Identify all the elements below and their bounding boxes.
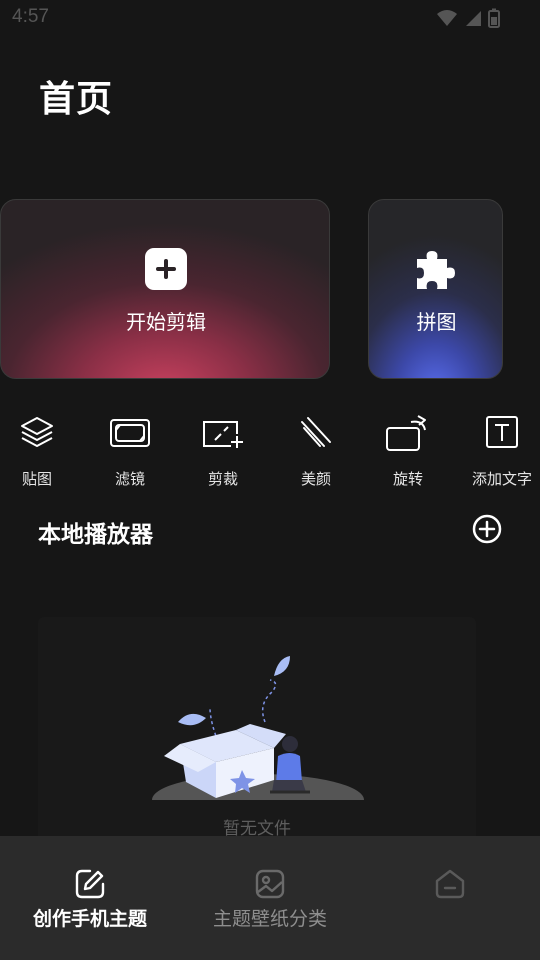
nav-label: 主题壁纸分类 <box>212 908 327 930</box>
profile-icon <box>434 868 466 904</box>
crop-icon <box>201 414 245 454</box>
start-edit-label: 开始剪辑 <box>126 310 206 334</box>
puzzle-card[interactable]: 拼图 <box>368 199 503 379</box>
tool-label: 剪裁 <box>207 470 238 488</box>
tool-filter[interactable]: 滤镜 <box>90 410 170 490</box>
wifi-icon <box>436 9 458 27</box>
tool-beauty[interactable]: 美颜 <box>276 410 356 490</box>
nav-wallpaper-category[interactable]: 主题壁纸分类 <box>190 836 350 960</box>
tool-label: 贴图 <box>21 470 52 488</box>
page-title: 首页 <box>39 79 114 120</box>
filter-frame-icon <box>109 414 151 454</box>
tool-crop[interactable]: 剪裁 <box>183 410 263 490</box>
nav-label: 创作手机主题 <box>32 908 147 930</box>
puzzle-icon <box>413 247 457 295</box>
image-icon <box>254 868 286 904</box>
status-icons <box>436 8 500 28</box>
tool-label: 添加文字 <box>471 470 532 488</box>
nav-profile[interactable] <box>400 836 500 960</box>
local-player-title: 本地播放器 <box>38 522 153 548</box>
beauty-lines-icon <box>298 414 334 454</box>
nav-create-theme[interactable]: 创作手机主题 <box>10 836 170 960</box>
bottom-nav: 创作手机主题 主题壁纸分类 <box>0 836 540 960</box>
start-edit-card[interactable]: 开始剪辑 <box>0 199 330 379</box>
tool-row: 贴图 滤镜 剪裁 美颜 旋转 添加文字 <box>0 410 540 490</box>
text-icon <box>484 414 520 454</box>
battery-icon <box>488 8 500 28</box>
puzzle-label: 拼图 <box>416 310 457 334</box>
home-screen: 4:57 首页 开始剪辑 拼图 贴图 滤镜 剪裁 美颜 旋转 添加文字 本地播放… <box>0 0 540 960</box>
plus-circle-icon[interactable] <box>471 513 503 545</box>
tool-rotate[interactable]: 旋转 <box>368 410 448 490</box>
edit-icon <box>74 868 106 904</box>
status-bar: 4:57 <box>0 0 540 38</box>
status-time: 4:57 <box>12 6 49 27</box>
tool-add-text[interactable]: 添加文字 <box>462 410 540 490</box>
tool-label: 旋转 <box>392 470 423 488</box>
empty-box-illustration <box>150 652 370 826</box>
rotate-icon <box>385 414 431 456</box>
tool-label: 滤镜 <box>114 470 145 488</box>
signal-icon <box>464 9 482 27</box>
tool-label: 美颜 <box>300 470 331 488</box>
tool-sticker[interactable]: 贴图 <box>0 410 77 490</box>
layers-icon <box>19 414 55 454</box>
plus-square-icon <box>145 248 187 290</box>
